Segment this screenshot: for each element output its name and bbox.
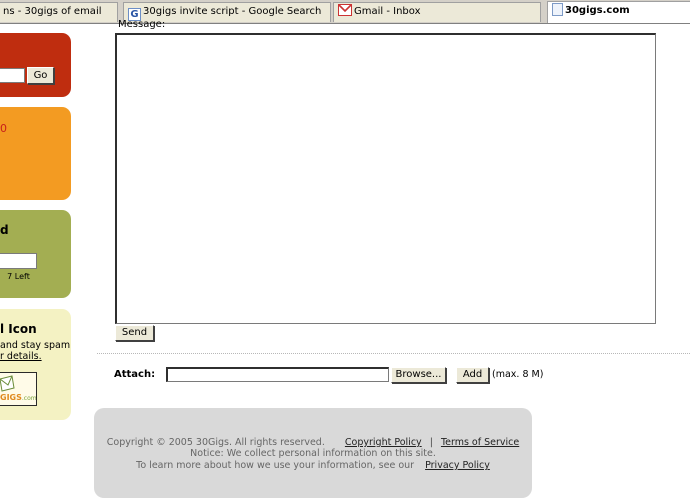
document-icon <box>552 3 563 16</box>
sidebar-details-link[interactable]: r details. <box>0 351 42 362</box>
footer: Copyright © 2005 30Gigs. All rights rese… <box>94 408 532 498</box>
add-attachment-button[interactable]: Add <box>456 367 489 383</box>
message-textarea[interactable] <box>115 33 656 324</box>
sidebar-yellow-text: and stay spam <box>0 340 71 351</box>
sidebar-invite-input[interactable] <box>0 253 37 269</box>
footer-separator: | <box>429 437 433 448</box>
copyright-policy-link[interactable]: Copyright Policy <box>345 437 422 448</box>
sidebar-yellow-title: l Icon <box>0 322 37 336</box>
footer-privacy-line: To learn more about how we use your info… <box>94 460 532 471</box>
tab-30gigs-com[interactable]: 30gigs.com <box>547 1 690 23</box>
send-button[interactable]: Send <box>115 325 154 341</box>
sidebar-search-input[interactable] <box>0 68 25 83</box>
tab-label: 30gigs.com <box>565 5 630 16</box>
terms-of-service-link[interactable]: Terms of Service <box>441 437 519 448</box>
footer-notice: Notice: We collect personal information … <box>190 448 436 459</box>
learn-more-text: To learn more about how we use your info… <box>136 460 415 471</box>
copyright-text: Copyright © 2005 30Gigs. All rights rese… <box>106 437 325 448</box>
attach-file-field[interactable] <box>166 367 389 382</box>
tab-30gigs-email[interactable]: ns - 30gigs of email <box>0 2 118 22</box>
logo-text: GIGS.com <box>0 393 37 402</box>
envelope-icon <box>0 375 15 392</box>
max-size-note: (max. 8 M) <box>492 369 544 380</box>
30gigs-logo-badge[interactable]: GIGS.com <box>0 372 37 406</box>
divider <box>97 353 690 354</box>
tab-bar: ns - 30gigs of email G 30gigs invite scri… <box>0 0 690 24</box>
attach-label: Attach: <box>114 369 156 380</box>
invites-left-counter: 7 Left <box>7 272 30 281</box>
message-label: Message: <box>118 19 166 30</box>
tab-label: Gmail - Inbox <box>354 6 421 17</box>
sidebar-orange-box <box>0 107 71 200</box>
go-button[interactable]: Go <box>27 67 54 84</box>
privacy-policy-link[interactable]: Privacy Policy <box>425 460 490 471</box>
sidebar-red-box <box>0 33 71 97</box>
gmail-icon <box>338 4 352 17</box>
sidebar-orange-text: 0 <box>0 122 7 135</box>
sidebar-green-title: d <box>0 223 9 237</box>
tab-gmail-inbox[interactable]: Gmail - Inbox <box>333 2 541 22</box>
tab-label: 30gigs invite script - Google Search <box>143 6 322 17</box>
tab-label: ns - 30gigs of email <box>3 6 102 17</box>
browse-button[interactable]: Browse... <box>391 367 446 383</box>
footer-copyright-line: Copyright © 2005 30Gigs. All rights rese… <box>94 437 532 448</box>
page: ns - 30gigs of email G 30gigs invite scri… <box>0 0 690 500</box>
